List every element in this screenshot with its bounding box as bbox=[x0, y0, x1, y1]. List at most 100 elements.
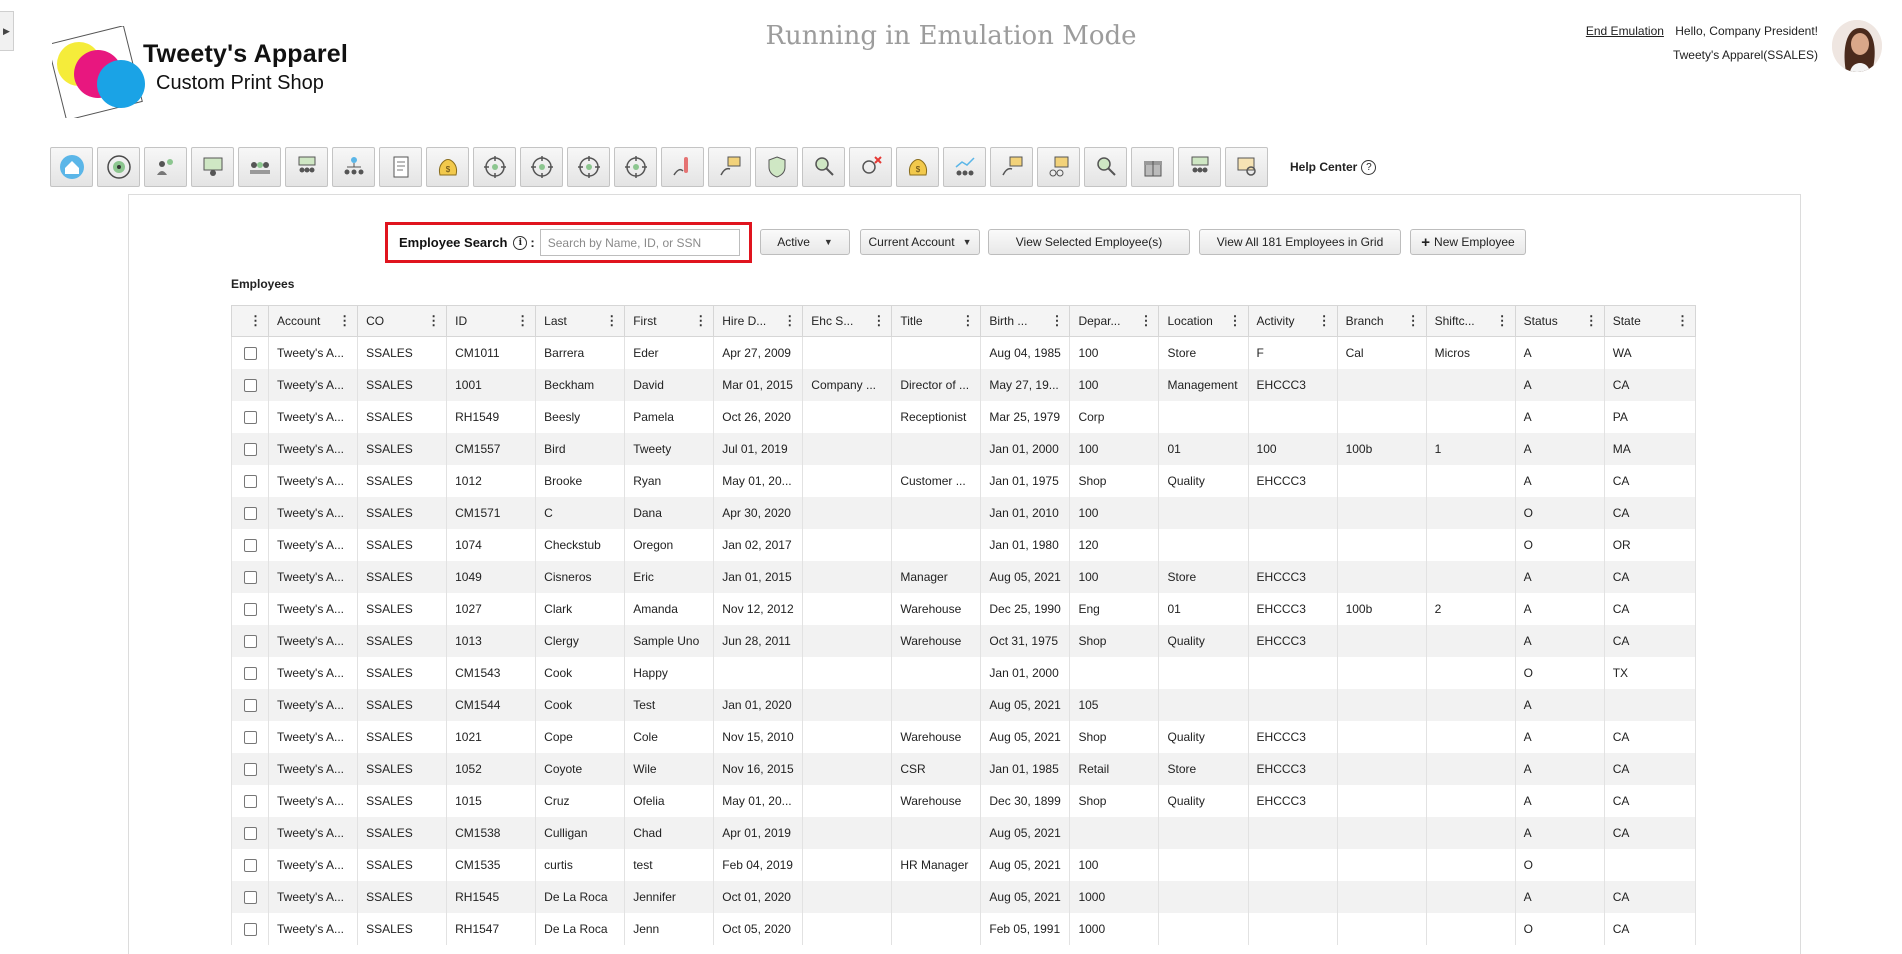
row-checkbox[interactable] bbox=[243, 474, 257, 488]
toolbar-button-7[interactable] bbox=[332, 147, 375, 187]
column-menu-icon[interactable]: ⋮ bbox=[961, 314, 974, 327]
column-header[interactable]: Shiftc... ⋮ bbox=[1425, 305, 1516, 337]
table-row[interactable]: Tweety's A... SSALES 1021 Cope Cole Nov 15, 2… bbox=[230, 720, 1697, 753]
view-selected-button[interactable]: View Selected Employee(s) bbox=[988, 229, 1190, 255]
column-header[interactable]: Birth ... ⋮ bbox=[980, 305, 1071, 337]
view-all-button[interactable]: View All 181 Employees in Grid bbox=[1199, 229, 1401, 255]
column-menu-icon[interactable]: ⋮ bbox=[1407, 314, 1420, 327]
column-menu-icon[interactable]: ⋮ bbox=[427, 314, 440, 327]
toolbar-button-15[interactable] bbox=[708, 147, 751, 187]
toolbar-button-9[interactable]: $ bbox=[426, 147, 469, 187]
table-row[interactable]: Tweety's A... SSALES RH1549 Beesly Pamela Oct… bbox=[230, 400, 1697, 433]
table-row[interactable]: Tweety's A... SSALES 1015 Cruz Ofelia May 01,… bbox=[230, 784, 1697, 817]
column-header[interactable]: Activity ⋮ bbox=[1247, 305, 1338, 337]
account-filter-dropdown[interactable]: Current Account ▼ bbox=[860, 229, 980, 255]
row-checkbox[interactable] bbox=[243, 346, 257, 360]
toolbar-button-1[interactable] bbox=[50, 147, 93, 187]
toolbar-button-18[interactable] bbox=[849, 147, 892, 187]
row-checkbox[interactable] bbox=[243, 922, 257, 936]
toolbar-button-16[interactable] bbox=[755, 147, 798, 187]
table-row[interactable]: Tweety's A... SSALES CM1557 Bird Tweety Jul 0… bbox=[230, 432, 1697, 465]
row-checkbox[interactable] bbox=[243, 858, 257, 872]
column-header[interactable]: ID ⋮ bbox=[446, 305, 537, 337]
row-checkbox[interactable] bbox=[243, 602, 257, 616]
column-menu-icon[interactable]: ⋮ bbox=[1676, 314, 1689, 327]
column-menu-icon[interactable]: ⋮ bbox=[1585, 314, 1598, 327]
toolbar-button-6[interactable] bbox=[285, 147, 328, 187]
column-menu-icon[interactable]: ⋮ bbox=[1496, 314, 1509, 327]
column-header[interactable]: Account ⋮ bbox=[268, 305, 359, 337]
user-avatar[interactable] bbox=[1832, 20, 1882, 72]
info-icon[interactable]: i bbox=[513, 235, 528, 250]
table-row[interactable]: Tweety's A... SSALES CM1538 Culligan Chad Apr… bbox=[230, 816, 1697, 849]
table-row[interactable]: Tweety's A... SSALES CM1543 Cook Happy Jan 01… bbox=[230, 656, 1697, 689]
column-header[interactable]: Status ⋮ bbox=[1514, 305, 1605, 337]
toolbar-button-3[interactable] bbox=[144, 147, 187, 187]
table-row[interactable]: Tweety's A... SSALES CM1011 Barrera Eder Apr … bbox=[230, 336, 1697, 369]
row-checkbox[interactable] bbox=[243, 442, 257, 456]
select-column-header[interactable]: ⋮ bbox=[230, 305, 270, 337]
column-menu-icon[interactable]: ⋮ bbox=[605, 314, 618, 327]
row-checkbox[interactable] bbox=[243, 410, 257, 424]
column-header[interactable]: CO ⋮ bbox=[357, 305, 448, 337]
toolbar-button-11[interactable] bbox=[520, 147, 563, 187]
column-menu-icon[interactable]: ⋮ bbox=[1229, 314, 1242, 327]
toolbar-button-4[interactable] bbox=[191, 147, 234, 187]
toolbar-button-13[interactable] bbox=[614, 147, 657, 187]
row-checkbox[interactable] bbox=[243, 570, 257, 584]
toolbar-button-5[interactable] bbox=[238, 147, 281, 187]
toolbar-button-12[interactable] bbox=[567, 147, 610, 187]
table-row[interactable]: Tweety's A... SSALES 1074 Checkstub Oregon Ja… bbox=[230, 528, 1697, 561]
row-checkbox[interactable] bbox=[243, 666, 257, 680]
column-menu-icon[interactable]: ⋮ bbox=[1318, 314, 1331, 327]
column-header[interactable]: Depar... ⋮ bbox=[1069, 305, 1160, 337]
table-row[interactable]: Tweety's A... SSALES RH1547 De La Roca Jenn O… bbox=[230, 912, 1697, 945]
row-checkbox[interactable] bbox=[243, 730, 257, 744]
status-filter-dropdown[interactable]: Active ▼ bbox=[760, 229, 850, 255]
end-emulation-link[interactable]: End Emulation bbox=[1586, 24, 1664, 38]
toolbar-button-10[interactable] bbox=[473, 147, 516, 187]
toolbar-button-22[interactable] bbox=[1037, 147, 1080, 187]
row-checkbox[interactable] bbox=[243, 538, 257, 552]
column-header[interactable]: First ⋮ bbox=[624, 305, 715, 337]
column-header[interactable]: Branch ⋮ bbox=[1336, 305, 1427, 337]
table-row[interactable]: Tweety's A... SSALES 1027 Clark Amanda Nov 12… bbox=[230, 592, 1697, 625]
toolbar-button-19[interactable]: $ bbox=[896, 147, 939, 187]
column-header[interactable]: Location ⋮ bbox=[1158, 305, 1249, 337]
new-employee-button[interactable]: + New Employee bbox=[1410, 229, 1526, 255]
toolbar-button-25[interactable] bbox=[1178, 147, 1221, 187]
column-menu-icon[interactable]: ⋮ bbox=[1050, 314, 1063, 327]
column-menu-icon[interactable]: ⋮ bbox=[1139, 314, 1152, 327]
column-header[interactable]: Ehc S... ⋮ bbox=[802, 305, 893, 337]
toolbar-button-24[interactable] bbox=[1131, 147, 1174, 187]
row-checkbox[interactable] bbox=[243, 794, 257, 808]
table-row[interactable]: Tweety's A... SSALES 1013 Clergy Sample Uno J… bbox=[230, 624, 1697, 657]
help-center-link[interactable]: Help Center? bbox=[1290, 159, 1377, 175]
column-menu-icon[interactable]: ⋮ bbox=[872, 314, 885, 327]
column-menu-icon[interactable]: ⋮ bbox=[249, 314, 262, 327]
column-header[interactable]: Last ⋮ bbox=[535, 305, 626, 337]
column-header[interactable]: Title ⋮ bbox=[891, 305, 982, 337]
table-row[interactable]: Tweety's A... SSALES CM1571 C Dana Apr 30, 20… bbox=[230, 496, 1697, 529]
row-checkbox[interactable] bbox=[243, 762, 257, 776]
column-header[interactable]: State ⋮ bbox=[1603, 305, 1697, 337]
row-checkbox[interactable] bbox=[243, 826, 257, 840]
table-row[interactable]: Tweety's A... SSALES CM1544 Cook Test Jan 01,… bbox=[230, 688, 1697, 721]
toolbar-button-8[interactable] bbox=[379, 147, 422, 187]
toolbar-button-14[interactable] bbox=[661, 147, 704, 187]
toolbar-button-17[interactable] bbox=[802, 147, 845, 187]
table-row[interactable]: Tweety's A... SSALES 1001 Beckham David Mar 0… bbox=[230, 368, 1697, 401]
toolbar-button-26[interactable] bbox=[1225, 147, 1268, 187]
column-menu-icon[interactable]: ⋮ bbox=[338, 314, 351, 327]
row-checkbox[interactable] bbox=[243, 698, 257, 712]
column-menu-icon[interactable]: ⋮ bbox=[783, 314, 796, 327]
table-row[interactable]: Tweety's A... SSALES 1049 Cisneros Eric Jan 0… bbox=[230, 560, 1697, 593]
row-checkbox[interactable] bbox=[243, 890, 257, 904]
row-checkbox[interactable] bbox=[243, 634, 257, 648]
table-row[interactable]: Tweety's A... SSALES 1052 Coyote Wile Nov 16,… bbox=[230, 752, 1697, 785]
row-checkbox[interactable] bbox=[243, 506, 257, 520]
toolbar-button-23[interactable] bbox=[1084, 147, 1127, 187]
column-menu-icon[interactable]: ⋮ bbox=[516, 314, 529, 327]
toolbar-button-21[interactable] bbox=[990, 147, 1033, 187]
table-row[interactable]: Tweety's A... SSALES 1012 Brooke Ryan May 01,… bbox=[230, 464, 1697, 497]
